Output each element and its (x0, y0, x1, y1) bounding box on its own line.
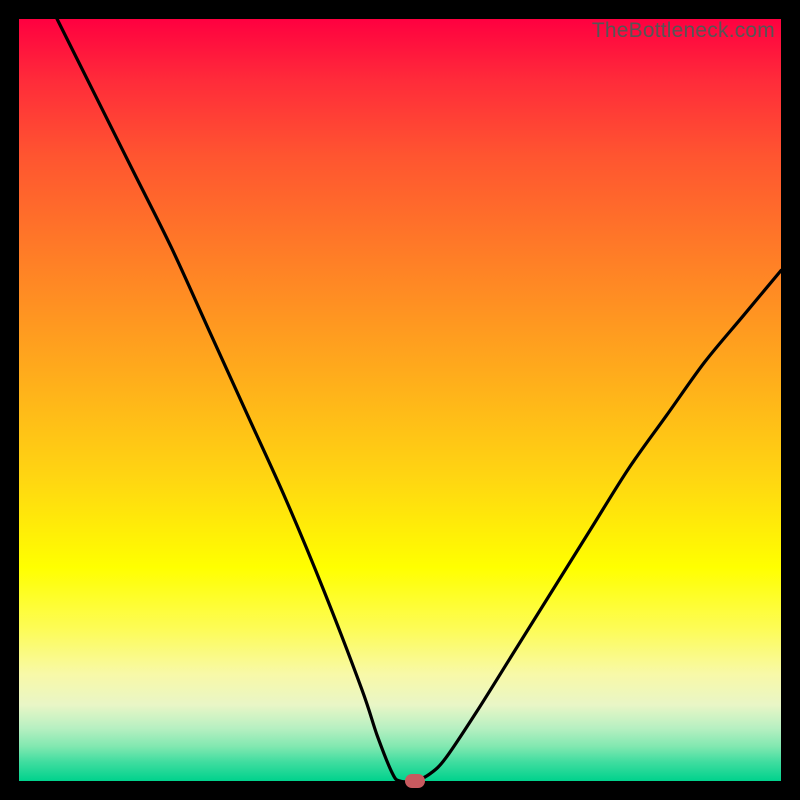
optimal-point-marker (405, 774, 425, 788)
bottleneck-curve (19, 19, 781, 781)
plot-area: TheBottleneck.com (19, 19, 781, 781)
chart-frame: TheBottleneck.com (0, 0, 800, 800)
